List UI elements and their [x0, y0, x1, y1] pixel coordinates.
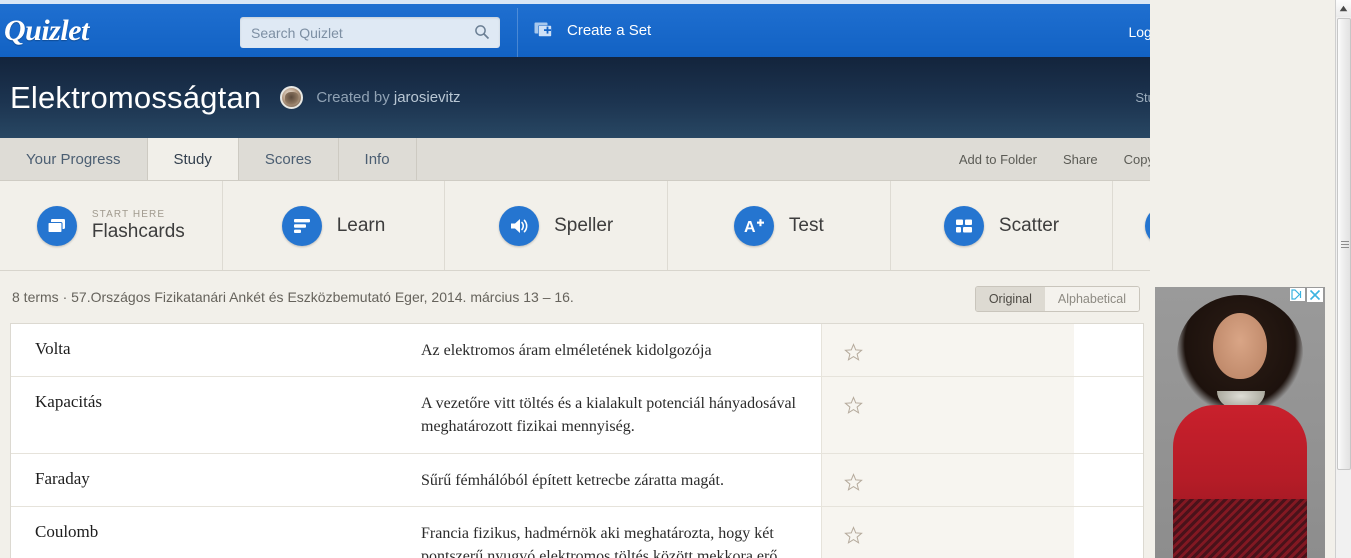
scroll-up-arrow-icon[interactable]: [1336, 0, 1351, 17]
page-title: Elektromosságtan: [10, 79, 262, 115]
flashcards-circle: [36, 205, 77, 246]
start-here-kicker: START HERE: [91, 208, 166, 220]
learn-circle: [281, 205, 322, 246]
created-by-text: Created by jarosievitz: [316, 89, 460, 106]
term-text: Faraday: [35, 468, 90, 488]
create-set-label: Create a Set: [567, 21, 652, 39]
sort-toggle: Original Alphabetical: [974, 286, 1140, 312]
study-modes-bar: START HERE Flashcards Learn Speller A Te…: [0, 181, 1335, 271]
browser-scrollbar[interactable]: [1335, 0, 1351, 558]
created-by-prefix: Created by: [316, 89, 394, 106]
star-cell[interactable]: [821, 377, 1074, 453]
mode-scatter[interactable]: Scatter: [891, 181, 1114, 270]
search-input[interactable]: [251, 24, 456, 41]
tab-scores[interactable]: Scores: [239, 138, 339, 180]
sort-original-button[interactable]: Original: [975, 287, 1045, 311]
mode-speller[interactable]: Speller: [445, 181, 669, 270]
ad-close-icon[interactable]: [1307, 288, 1323, 302]
scrollbar-thumb[interactable]: [1337, 18, 1351, 470]
star-cell[interactable]: [821, 453, 1074, 506]
term-text: Kapacitás: [35, 392, 103, 412]
create-set-cards-icon: [534, 22, 552, 37]
star-icon: [844, 396, 863, 415]
test-text: Test: [789, 215, 824, 237]
definition-text: Francia fizikus, hadmérnök aki meghatáro…: [421, 524, 778, 558]
flashcards-text: START HERE Flashcards: [92, 209, 185, 243]
test-circle: A: [733, 205, 774, 246]
author-username[interactable]: jarosievitz: [394, 89, 461, 106]
tab-your-progress[interactable]: Your Progress: [0, 138, 148, 180]
term-text: Volta: [35, 339, 71, 358]
term-text: Coulomb: [35, 521, 99, 541]
definition-text: A vezetőre vitt töltés és a kialakult po…: [421, 395, 796, 436]
top-navigation-bar: Quizlet Create a Set Log In Sign Up Help: [0, 0, 1335, 61]
set-title-banner: Elektromosságtan Created by jarosievitz …: [0, 57, 1335, 138]
table-row: Coulomb Francia fizikus, hadmérnök aki m…: [11, 506, 1143, 558]
a-plus-icon: A: [744, 219, 764, 236]
flashcards-label: Flashcards: [91, 220, 185, 242]
mode-test[interactable]: A Test: [668, 181, 891, 270]
scatter-circle: [943, 205, 984, 246]
adchoices-icon[interactable]: [1290, 288, 1305, 301]
table-row: Faraday Sűrű fémhálóból épített ketrecbe…: [11, 453, 1143, 507]
scatter-text: Scatter: [999, 215, 1059, 237]
speller-text: Speller: [554, 215, 613, 237]
nav-divider: [517, 8, 518, 61]
svg-text:A: A: [744, 219, 756, 236]
share-link[interactable]: Share: [1063, 152, 1098, 167]
star-icon: [844, 343, 863, 361]
cards-icon: [47, 218, 65, 233]
definition-text: Az elektromos áram elméletének kidolgozó…: [421, 342, 712, 359]
ad-face: [1213, 313, 1267, 379]
quizlet-set-page: Quizlet Create a Set Log In Sign Up Help: [0, 0, 1351, 558]
star-cell[interactable]: [821, 506, 1074, 558]
add-to-folder-link[interactable]: Add to Folder: [959, 152, 1037, 167]
terms-meta-row: 8 terms · 57.Országos Fizikatanári Ankét…: [0, 271, 1150, 323]
list-icon: [293, 218, 310, 233]
tab-study[interactable]: Study: [147, 138, 239, 180]
tiles-icon: [955, 219, 972, 232]
table-row: Volta Az elektromos áram elméletének kid…: [11, 324, 1143, 378]
quizlet-logo[interactable]: Quizlet: [4, 14, 89, 48]
sort-alphabetical-button[interactable]: Alphabetical: [1044, 287, 1139, 311]
create-a-set-button[interactable]: Create a Set: [534, 21, 651, 39]
star-cell[interactable]: [821, 324, 1074, 377]
set-tab-bar: Your Progress Study Scores Info Add to F…: [0, 138, 1335, 181]
speller-label: Speller: [554, 214, 614, 236]
table-row: Kapacitás A vezetőre vitt töltés és a ki…: [11, 377, 1143, 454]
test-label: Test: [788, 214, 824, 236]
mode-flashcards[interactable]: START HERE Flashcards: [0, 181, 223, 270]
search-icon: [475, 25, 490, 40]
learn-text: Learn: [337, 215, 386, 237]
author-avatar[interactable]: [280, 86, 304, 109]
learn-label: Learn: [336, 214, 386, 236]
mode-learn[interactable]: Learn: [223, 181, 446, 270]
star-icon: [844, 472, 863, 491]
speaker-icon: [511, 218, 528, 233]
speller-circle: [499, 205, 540, 246]
scrollbar-grip-icon: [1341, 241, 1349, 248]
ad-gutter: [1150, 0, 1335, 287]
advertisement[interactable]: [1155, 287, 1325, 558]
star-icon: [844, 525, 863, 544]
ad-image: [1155, 287, 1325, 558]
search-box[interactable]: [240, 17, 500, 48]
term-list: Volta Az elektromos áram elméletének kid…: [10, 323, 1144, 558]
tab-info[interactable]: Info: [339, 138, 417, 180]
scatter-label: Scatter: [998, 214, 1060, 236]
ad-lace: [1173, 499, 1307, 558]
definition-text: Sűrű fémhálóból épített ketrecbe záratta…: [421, 471, 724, 489]
terms-count-description: 8 terms · 57.Országos Fizikatanári Ankét…: [12, 289, 574, 305]
